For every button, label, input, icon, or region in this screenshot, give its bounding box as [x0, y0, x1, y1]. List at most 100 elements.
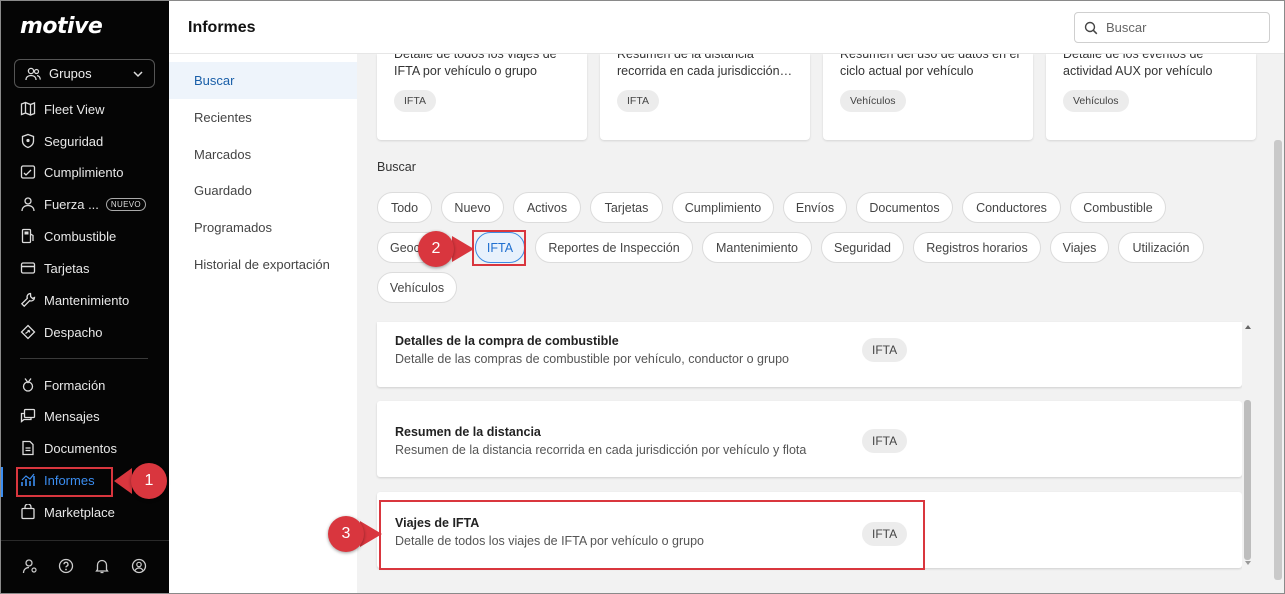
- annotation-marker-1: 1: [131, 463, 167, 499]
- wrench-icon: [20, 292, 36, 308]
- shield-icon: [21, 133, 35, 149]
- compliance-icon: [20, 165, 36, 179]
- filter-chip-mantenimiento[interactable]: Mantenimiento: [702, 232, 812, 263]
- bag-icon: [21, 504, 35, 520]
- sidebar-item-fleet-view[interactable]: Fleet View: [20, 99, 104, 119]
- category-tag: IFTA: [617, 90, 659, 112]
- sidebar-item-mensajes[interactable]: Mensajes: [20, 406, 100, 426]
- filter-chip-vehiculos[interactable]: Vehículos: [377, 272, 457, 303]
- subnav-item-programados[interactable]: Programados: [169, 209, 357, 246]
- subnav-item-guardado[interactable]: Guardado: [169, 172, 357, 209]
- category-tag: IFTA: [862, 429, 908, 453]
- sidebar-item-tarjetas[interactable]: Tarjetas: [20, 258, 90, 278]
- annotation-marker-2: 2: [418, 231, 454, 267]
- filter-chip-viajes[interactable]: Viajes: [1050, 232, 1109, 263]
- report-card-top[interactable]: Detalle de los eventos de actividad AUX …: [1046, 54, 1256, 140]
- sidebar-item-cumplimiento[interactable]: Cumplimiento: [20, 162, 123, 182]
- sidebar-item-documentos[interactable]: Documentos: [20, 438, 117, 458]
- scroll-up-arrow-icon[interactable]: [1244, 324, 1252, 330]
- sidebar-item-label: Combustible: [44, 228, 117, 244]
- top-bar: Informes: [169, 0, 1285, 54]
- sidebar-item-label: Despacho: [44, 324, 103, 340]
- annotation-pointer: [452, 236, 474, 262]
- messages-icon: [20, 408, 36, 423]
- new-badge: NUEVO: [105, 197, 146, 211]
- filter-chip-reportes-inspeccion[interactable]: Reportes de Inspección: [535, 232, 693, 263]
- category-tag: IFTA: [394, 90, 436, 112]
- filter-chip-combustible[interactable]: Combustible: [1070, 192, 1166, 223]
- page-scrollbar-thumb[interactable]: [1274, 140, 1282, 580]
- report-card[interactable]: Detalles de la compra de combustible Det…: [377, 322, 1242, 387]
- filter-chip-envios[interactable]: Envíos: [783, 192, 847, 223]
- sidebar-item-formacion[interactable]: Formación: [20, 375, 105, 395]
- subnav-item-historial[interactable]: Historial de exportación: [169, 246, 357, 283]
- user-settings-icon[interactable]: [22, 558, 38, 574]
- subnav-item-marcados[interactable]: Marcados: [169, 136, 357, 173]
- subnav-item-recientes[interactable]: Recientes: [169, 99, 357, 136]
- people-icon: [25, 67, 41, 80]
- medal-icon: [22, 378, 34, 392]
- category-tag: Vehículos: [1063, 90, 1129, 112]
- sidebar-item-label: Mantenimiento: [44, 292, 130, 308]
- scroll-down-arrow-icon[interactable]: [1244, 560, 1252, 566]
- sidebar-bottom-divider: [0, 540, 169, 541]
- sidebar-item-marketplace[interactable]: Marketplace: [20, 502, 115, 522]
- sidebar-item-despacho[interactable]: Despacho: [20, 322, 103, 342]
- bell-icon[interactable]: [94, 558, 110, 574]
- filter-chip-cumplimiento[interactable]: Cumplimiento: [672, 192, 774, 223]
- sidebar-item-label: Documentos: [44, 440, 117, 456]
- fuel-icon: [21, 228, 34, 244]
- filter-chip-utilizacion[interactable]: Utilización: [1118, 232, 1204, 263]
- map-icon: [20, 101, 36, 116]
- reports-subnav: Buscar Recientes Marcados Guardado Progr…: [169, 54, 357, 594]
- card-icon: [20, 262, 36, 274]
- groups-label: Grupos: [49, 66, 92, 81]
- sidebar-item-combustible[interactable]: Combustible: [20, 226, 116, 246]
- filter-chip-nuevo[interactable]: Nuevo: [441, 192, 504, 223]
- filter-chip-seguridad[interactable]: Seguridad: [821, 232, 904, 263]
- report-card-desc: Detalle de los eventos de actividad AUX …: [1063, 54, 1213, 78]
- help-icon[interactable]: [58, 558, 74, 574]
- filter-chip-activos[interactable]: Activos: [513, 192, 581, 223]
- document-icon: [22, 440, 34, 456]
- report-desc: Resumen de la distancia recorrida en cad…: [395, 443, 807, 457]
- report-card[interactable]: Resumen de la distancia Resumen de la di…: [377, 401, 1242, 477]
- filter-chip-registros-horarios[interactable]: Registros horarios: [913, 232, 1041, 263]
- search-input[interactable]: [1106, 20, 1256, 35]
- active-indicator: [0, 467, 3, 497]
- report-title: Resumen de la distancia: [395, 425, 541, 439]
- filter-chip-todo[interactable]: Todo: [377, 192, 432, 223]
- filter-section-label: Buscar: [377, 160, 416, 174]
- filter-chip-tarjetas[interactable]: Tarjetas: [590, 192, 663, 223]
- chevron-down-icon: [133, 70, 143, 77]
- report-card-top[interactable]: Detalle de todos los viajes de IFTA por …: [377, 54, 587, 140]
- sidebar-item-label: Fleet View: [44, 101, 105, 117]
- subnav-item-buscar[interactable]: Buscar: [169, 62, 357, 99]
- sidebar-item-fuerza[interactable]: Fuerza ... NUEVO: [20, 194, 146, 214]
- sidebar-item-label: Fuerza ...: [44, 196, 99, 212]
- list-scrollbar-thumb[interactable]: [1244, 400, 1251, 560]
- report-desc: Detalle de las compras de combustible po…: [395, 352, 789, 366]
- motive-logo[interactable]: motive: [20, 14, 103, 39]
- report-card-desc: Resumen del uso de datos en el ciclo act…: [840, 54, 1020, 78]
- sidebar: motive Grupos Fleet View Seguridad Cumpl…: [0, 0, 169, 594]
- groups-dropdown[interactable]: Grupos: [14, 59, 155, 88]
- sidebar-item-label: Cumplimiento: [44, 164, 124, 180]
- highlight-box-informes: [16, 467, 113, 497]
- filter-chip-documentos[interactable]: Documentos: [856, 192, 953, 223]
- sidebar-item-seguridad[interactable]: Seguridad: [20, 131, 103, 151]
- sidebar-item-label: Marketplace: [44, 504, 115, 520]
- report-card-top[interactable]: Resumen de la distancia recorrida en cad…: [600, 54, 810, 140]
- report-card-top[interactable]: Resumen del uso de datos en el ciclo act…: [823, 54, 1033, 140]
- sidebar-item-label: Formación: [44, 377, 106, 393]
- dispatch-icon: [20, 324, 36, 340]
- report-card-desc: Resumen de la distancia recorrida en cad…: [617, 54, 793, 78]
- sidebar-item-mantenimiento[interactable]: Mantenimiento: [20, 290, 129, 310]
- filter-chip-conductores[interactable]: Conductores: [962, 192, 1061, 223]
- account-icon[interactable]: [131, 558, 147, 574]
- annotation-marker-3: 3: [328, 516, 364, 552]
- sidebar-item-label: Tarjetas: [44, 260, 90, 276]
- search-box[interactable]: [1074, 12, 1270, 43]
- search-icon: [1084, 21, 1098, 34]
- annotation-pointer: [114, 468, 132, 494]
